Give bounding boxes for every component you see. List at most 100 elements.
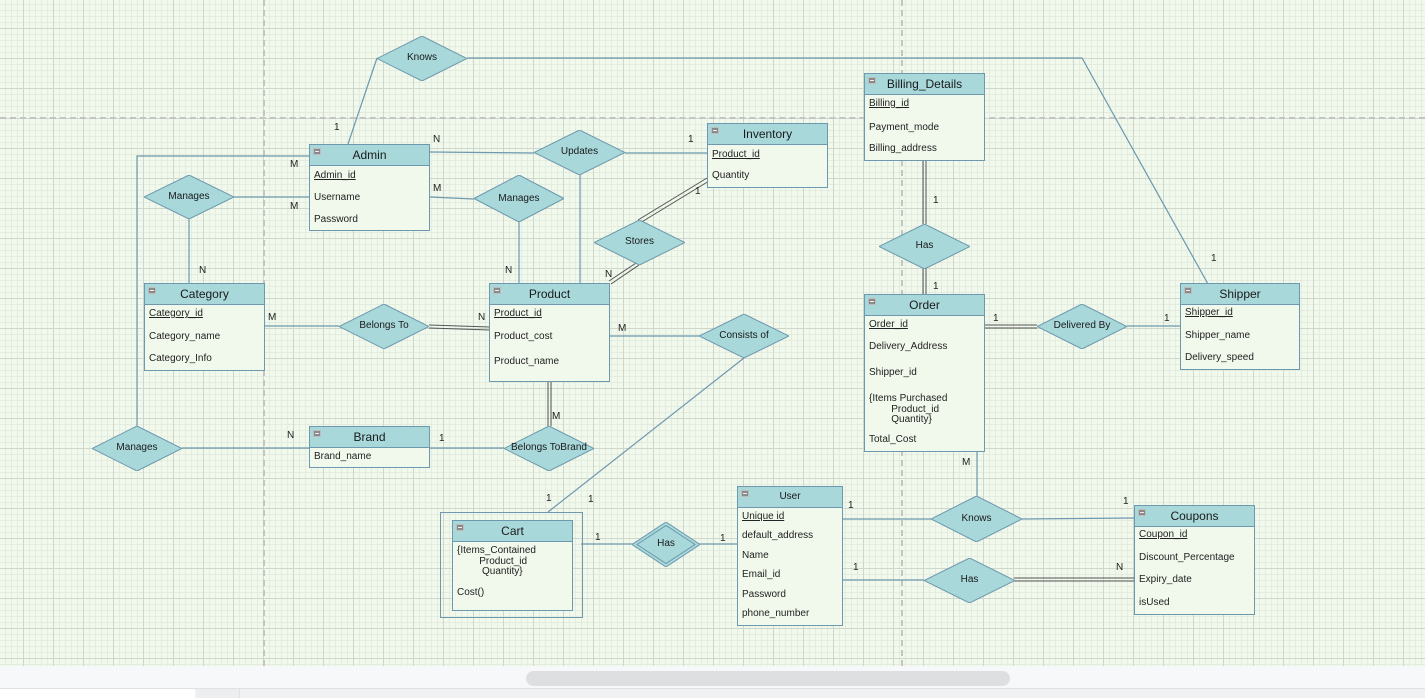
- entity-title: Shipper: [1219, 287, 1261, 301]
- attribute: Total_Cost: [869, 434, 917, 445]
- double-connector-billing-has: [922, 161, 927, 224]
- relationship-knows-coupons[interactable]: Knows: [931, 496, 1022, 542]
- entity-coupons[interactable]: Coupons Coupon_id Discount_Percentage Ex…: [1134, 505, 1255, 615]
- relationship-label: Updates: [560, 146, 599, 157]
- attribute: Brand_name: [314, 451, 372, 462]
- cardinality-label: 1: [688, 134, 694, 145]
- cardinality-label: 1: [695, 186, 701, 197]
- entity-billing-details[interactable]: Billing_Details Billing_id Payment_mode …: [864, 73, 985, 161]
- cardinality-label: 1: [993, 313, 999, 324]
- attribute-multivalued: {Items_Contained Product_id Quantity}: [457, 545, 536, 577]
- double-connector-inventory-stores: [637, 177, 710, 224]
- collapse-icon[interactable]: [868, 77, 876, 84]
- attribute: Cost(): [457, 587, 485, 598]
- relationship-has-cart-identifying[interactable]: Has: [632, 522, 700, 567]
- attribute-primary-key: Admin_id: [314, 170, 356, 181]
- cardinality-label: 1: [933, 195, 939, 206]
- entity-shipper[interactable]: Shipper Shipper_id Shipper_name Delivery…: [1180, 283, 1300, 370]
- cardinality-label: N: [433, 134, 441, 145]
- attribute: Payment_mode: [869, 122, 940, 133]
- cardinality-label: 1: [588, 494, 594, 505]
- attribute: Password: [314, 214, 358, 225]
- cardinality-label: M: [433, 183, 442, 194]
- cardinality-label: N: [478, 312, 486, 323]
- relationship-consists-of[interactable]: Consists of: [699, 314, 789, 358]
- entity-inventory[interactable]: Inventory Product_id Quantity: [707, 123, 828, 188]
- collapse-icon[interactable]: [868, 298, 876, 305]
- entity-category[interactable]: Category Category_id Category_name Categ…: [144, 283, 265, 371]
- entity-cart-outer[interactable]: Cart {Items_Contained Product_id Quantit…: [440, 512, 583, 618]
- collapse-icon[interactable]: [1184, 287, 1192, 294]
- relationship-manages-brand[interactable]: Manages: [92, 426, 182, 471]
- relationship-knows-admin-shipper[interactable]: Knows: [377, 36, 467, 81]
- relationship-delivered-by[interactable]: Delivered By: [1037, 304, 1127, 349]
- double-connector-has-order: [922, 268, 927, 294]
- entity-title: Inventory: [742, 127, 793, 141]
- collapse-icon[interactable]: [1138, 509, 1146, 516]
- collapse-icon[interactable]: [456, 524, 464, 531]
- horizontal-scrollbar-thumb[interactable]: [526, 671, 1010, 686]
- entity-title: Order: [909, 298, 940, 312]
- relationship-belongs-to-brand[interactable]: Belongs ToBrand: [504, 426, 594, 471]
- collapse-icon[interactable]: [711, 127, 719, 134]
- collapse-icon[interactable]: [741, 490, 749, 497]
- cardinality-label: M: [290, 201, 299, 212]
- cardinality-label: M: [552, 411, 561, 422]
- cardinality-label: M: [962, 457, 971, 468]
- relationship-stores[interactable]: Stores: [594, 220, 685, 265]
- entity-title: Product: [528, 287, 571, 301]
- attribute-primary-key: Billing_id: [869, 98, 910, 109]
- collapse-icon[interactable]: [493, 287, 501, 294]
- attribute: Delivery_speed: [1185, 352, 1254, 363]
- attribute: Category_Info: [149, 353, 212, 364]
- entity-header: Cart: [453, 521, 572, 542]
- cardinality-label: M: [268, 312, 277, 323]
- connector-knows-coupons: [1021, 517, 1135, 520]
- attribute: Shipper_name: [1185, 330, 1251, 341]
- cardinality-label: N: [287, 430, 295, 441]
- attribute: Product_cost: [494, 331, 553, 342]
- entity-cart[interactable]: Cart {Items_Contained Product_id Quantit…: [452, 520, 573, 611]
- entity-header: Admin: [310, 145, 429, 166]
- connector-admin-knows: [347, 57, 378, 145]
- attribute: phone_number: [742, 608, 810, 619]
- entity-brand[interactable]: Brand Brand_name: [309, 426, 430, 468]
- entity-title: Category: [180, 287, 229, 301]
- attribute: Quantity: [712, 170, 750, 181]
- attribute: Name: [742, 550, 769, 561]
- entity-title: Cart: [501, 524, 524, 538]
- relationship-has-coupons[interactable]: Has: [924, 558, 1015, 603]
- cardinality-label: 1: [720, 533, 726, 544]
- entity-header: User: [738, 487, 842, 508]
- collapse-icon[interactable]: [148, 287, 156, 294]
- entity-title: Coupons: [1170, 509, 1219, 523]
- diagram-canvas[interactable]: Admin Admin_id Username Password Invento…: [0, 0, 1425, 666]
- attribute-primary-key: Category_id: [149, 308, 203, 319]
- entity-user[interactable]: User Unique id default_address Name Emai…: [737, 486, 843, 626]
- cardinality-label: N: [505, 265, 513, 276]
- relationship-label: Manages: [116, 442, 158, 453]
- relationship-manages-product[interactable]: Manages: [474, 175, 564, 222]
- relationship-label: Knows: [406, 52, 437, 63]
- cardinality-label: 1: [546, 493, 552, 504]
- entity-admin[interactable]: Admin Admin_id Username Password: [309, 144, 430, 231]
- relationship-belongs-to[interactable]: Belongs To: [339, 304, 429, 349]
- entity-header: Inventory: [708, 124, 827, 145]
- entity-order[interactable]: Order Order_id Delivery_Address Shipper_…: [864, 294, 985, 452]
- cardinality-label: N: [1116, 562, 1124, 573]
- double-connector-product-belongsbrand: [547, 382, 552, 426]
- relationship-updates[interactable]: Updates: [534, 130, 625, 175]
- collapse-icon[interactable]: [313, 430, 321, 437]
- relationship-has-billing[interactable]: Has: [879, 224, 970, 269]
- relationship-manages-category[interactable]: Manages: [144, 175, 234, 219]
- double-connector-belongs-product: [428, 324, 491, 331]
- entity-header: Brand: [310, 427, 429, 448]
- relationship-label: Has: [915, 240, 934, 251]
- relationship-label: Has: [657, 538, 675, 549]
- collapse-icon[interactable]: [313, 148, 321, 155]
- entity-product[interactable]: Product Product_id Product_cost Product_…: [489, 283, 610, 382]
- entity-title: User: [779, 491, 801, 502]
- cardinality-label: M: [290, 159, 299, 170]
- attribute-primary-key: Shipper_id: [1185, 307, 1233, 318]
- attribute-primary-key: Product_id: [712, 149, 760, 160]
